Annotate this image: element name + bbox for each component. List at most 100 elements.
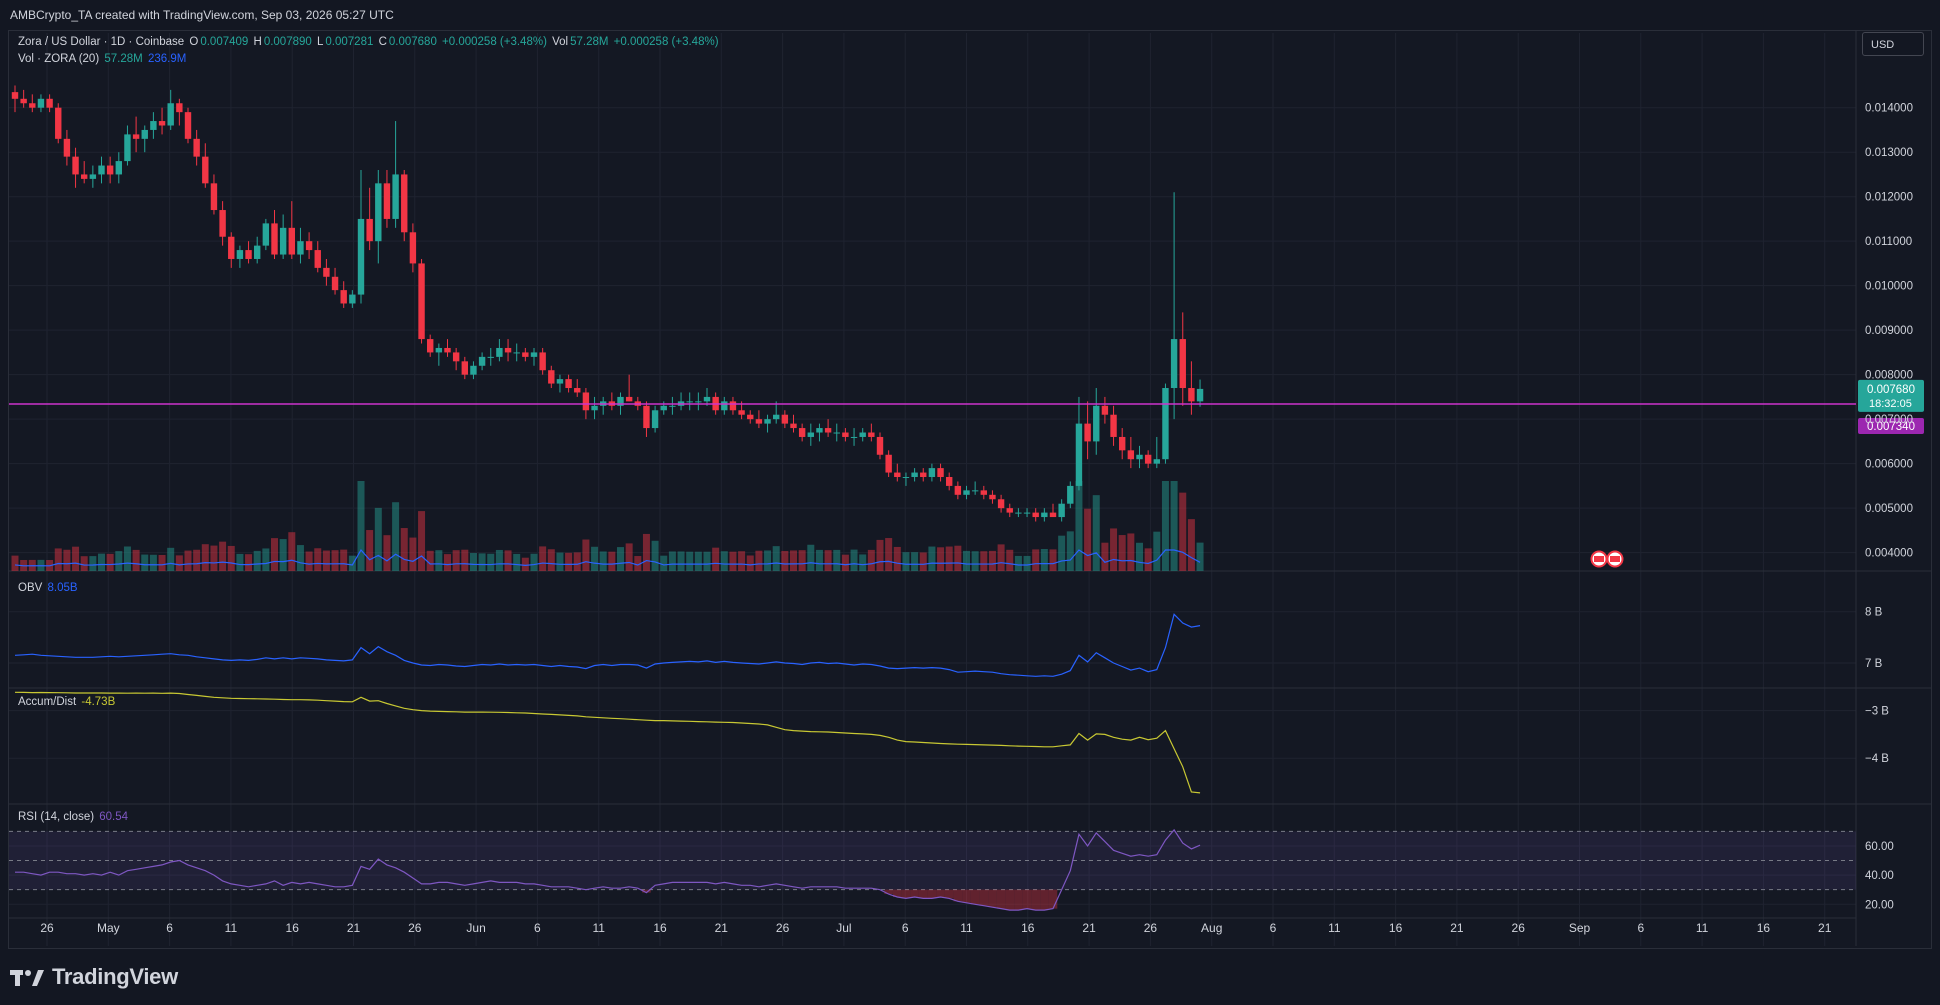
indicator-tick-label: −3 B — [1865, 706, 1889, 718]
open-label: O — [189, 36, 199, 48]
candle-body — [1110, 414, 1117, 437]
volume-bar — [1136, 542, 1143, 571]
candle-body — [401, 174, 408, 233]
event-flag-stripe — [1610, 556, 1620, 562]
low-label: L — [316, 36, 324, 48]
candle-body — [141, 129, 148, 139]
volume-bar — [149, 554, 157, 571]
volume-bar — [106, 553, 114, 571]
x-tick-label: 6 — [902, 921, 909, 935]
volume-bar — [651, 540, 659, 571]
volume-bar — [227, 545, 235, 571]
volume-bar — [1187, 519, 1195, 571]
candle-body — [29, 103, 36, 108]
volume-bar — [867, 549, 875, 571]
indicator-tick-label: 8 B — [1865, 607, 1883, 619]
close-value: 0.007680 — [388, 36, 437, 48]
candle-body — [340, 290, 347, 304]
volume-bar — [340, 549, 348, 571]
volume-bar — [366, 530, 374, 571]
volume-bar — [824, 550, 832, 571]
volume-bar — [72, 546, 80, 571]
candle-body — [773, 414, 780, 420]
volume-bar — [141, 554, 149, 571]
volume-bar — [219, 541, 227, 571]
main-legend: Zora / US Dollar · 1D · Coinbase O 0.0074… — [18, 36, 721, 48]
volume-bar — [1153, 531, 1161, 571]
x-tick-label: 16 — [653, 921, 667, 935]
candle-body — [1153, 459, 1160, 464]
candle-body — [375, 183, 382, 242]
candle-body — [669, 405, 676, 407]
candle-body — [366, 218, 373, 242]
volume-bar — [530, 553, 538, 571]
volume-bar — [357, 481, 365, 571]
candle-body — [349, 294, 356, 304]
volume-bar — [89, 556, 97, 571]
candle-body — [383, 183, 391, 219]
candle-body — [115, 161, 122, 175]
candle-body — [470, 365, 477, 375]
rsi-legend: RSI (14, close) 60.54 — [18, 811, 130, 823]
candle-body — [1101, 405, 1109, 415]
volume-bar — [997, 544, 1005, 571]
candle-body — [305, 241, 313, 251]
candle-body — [487, 356, 494, 358]
candle-body — [1144, 454, 1152, 464]
volume-bar — [1101, 542, 1109, 571]
candle-body — [72, 156, 79, 175]
volume-bar — [1014, 555, 1022, 571]
candle-body — [729, 401, 737, 411]
volume-bar — [945, 546, 953, 571]
volume-bar — [331, 550, 339, 571]
x-tick-label: May — [97, 921, 120, 935]
candle-body — [703, 396, 711, 402]
x-tick-label: 26 — [1144, 921, 1158, 935]
candle-body — [427, 339, 434, 353]
volume-bar — [1092, 495, 1100, 571]
volume-bar — [573, 552, 581, 571]
volume-bar — [599, 551, 607, 571]
chart-panel[interactable]: 0.007680 18:32:05 0.007340 26 May 6 11 16 21 26 J… — [8, 30, 1932, 949]
volume-bar — [487, 553, 495, 571]
volume-bar — [686, 551, 694, 571]
x-tick-label: 16 — [1021, 921, 1035, 935]
candle-body — [63, 138, 71, 157]
indicator-tick-label: 60.00 — [1865, 841, 1894, 853]
volume-bar — [1032, 549, 1040, 571]
tradingview-logo[interactable]: TradingView — [10, 964, 178, 990]
x-tick-label: 16 — [286, 921, 300, 935]
candle-body — [323, 267, 330, 277]
candle-body — [1049, 512, 1057, 518]
chart-canvas[interactable]: 0.00768018:32:050.007340 26 May 6 11 16 21 26 J… — [9, 31, 1931, 948]
x-tick-label: 26 — [776, 921, 790, 935]
candle-body — [150, 121, 157, 130]
candle-body — [461, 361, 468, 375]
candle-body — [781, 414, 789, 424]
candle-body — [1179, 339, 1186, 389]
candle-body — [202, 156, 209, 184]
volume-bar — [392, 502, 400, 571]
candle-body — [591, 405, 598, 411]
candle-body — [824, 428, 832, 433]
candle-body — [210, 183, 218, 211]
volume-bar — [521, 557, 529, 571]
candle-body — [790, 423, 797, 429]
candle-body — [1136, 454, 1143, 460]
volume-legend: Vol · ZORA (20) 57.28M 236.9M — [18, 53, 188, 65]
volume-bar — [63, 549, 71, 571]
candle-body — [755, 419, 763, 424]
volume-bar — [798, 550, 806, 571]
volume-bar — [1040, 549, 1048, 571]
candle-body — [418, 263, 425, 340]
candle-body — [478, 356, 486, 366]
candle-body — [1006, 508, 1013, 513]
x-tick-label: 21 — [715, 921, 729, 935]
candle-body — [106, 165, 114, 175]
currency-button[interactable]: USD — [1862, 32, 1924, 56]
volume-bar — [712, 547, 720, 571]
candle-body — [89, 174, 97, 179]
candle-body — [902, 477, 910, 479]
candle-body — [1188, 388, 1195, 402]
volume-bar — [642, 533, 650, 571]
